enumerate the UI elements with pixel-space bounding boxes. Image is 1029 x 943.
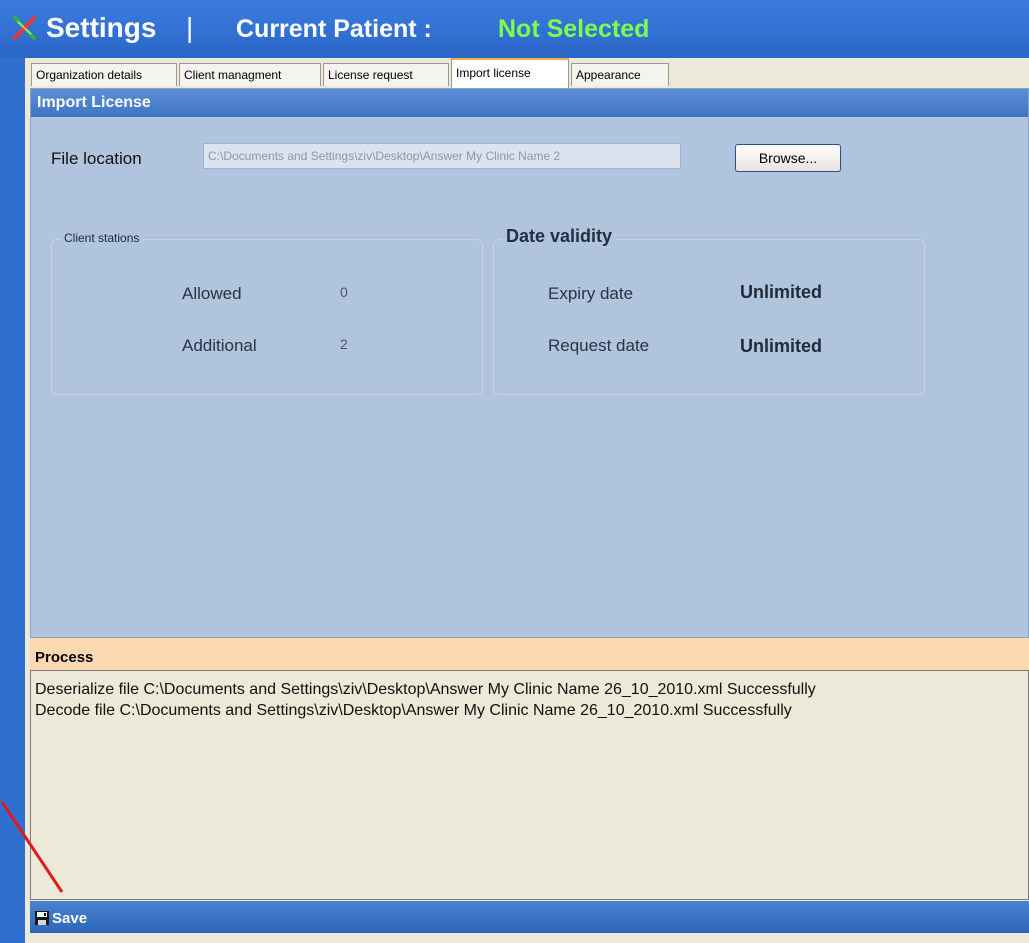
tab-organization-details[interactable]: Organization details [31,63,177,86]
save-toolbar: Save [30,901,1029,933]
page-title: Settings [46,12,157,43]
current-patient-label: Current Patient : [236,15,432,43]
title-bar: Settings | Current Patient : Not Selecte… [0,0,1029,58]
file-location-label: File location [51,149,142,168]
browse-button[interactable]: Browse... [735,144,841,172]
save-button[interactable]: Save [34,906,87,930]
app-window: Settings | Current Patient : Not Selecte… [0,0,1029,943]
request-date-label: Request date [548,336,650,355]
allowed-label: Allowed [182,284,242,303]
save-button-label: Save [52,909,88,927]
date-validity-title: Date validity [502,226,617,247]
annotation-arrow-icon [0,801,64,893]
client-stations-title: Client stations [60,231,144,245]
title-separator: | [186,12,194,43]
process-log[interactable]: Deserialize file C:\Documents and Settin… [30,670,1029,900]
tab-license-request[interactable]: License request [323,63,449,86]
expiry-date-value: Unlimited [740,282,823,302]
process-header: Process [30,638,1029,670]
expiry-date-label: Expiry date [548,284,634,303]
settings-client-area: Organization details Client managment Li… [25,58,1029,943]
import-license-panel: Import License File location Browse... C… [30,88,1029,638]
x-logo-icon [13,16,36,40]
tab-import-license[interactable]: Import license [451,58,569,88]
process-log-line: Deserialize file C:\Documents and Settin… [35,681,816,698]
client-stations-group: Client stations Allowed 0 Additional 2 [51,231,483,395]
tab-client-managment[interactable]: Client managment [179,63,321,86]
current-patient-value: Not Selected [498,15,650,43]
tab-appearance[interactable]: Appearance [571,63,669,86]
process-log-line: Decode file C:\Documents and Settings\zi… [35,702,792,719]
request-date-value: Unlimited [740,336,823,356]
floppy-disk-icon [35,910,49,925]
import-license-header: Import License [31,89,1028,117]
allowed-value: 0 [340,284,348,300]
additional-value: 2 [340,336,348,352]
additional-label: Additional [182,336,257,355]
date-validity-group: Date validity Expiry date Unlimited Requ… [493,226,925,395]
file-location-input[interactable] [203,143,681,169]
